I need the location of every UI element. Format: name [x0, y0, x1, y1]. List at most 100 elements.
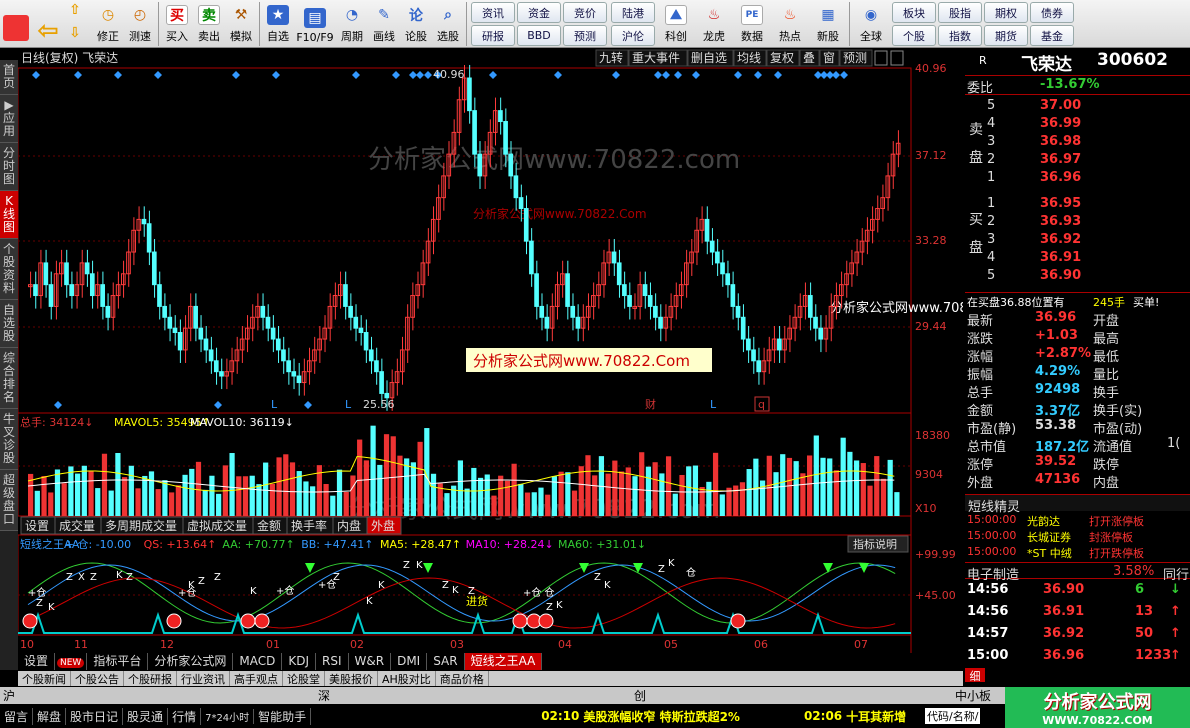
tab-kline[interactable]: K线图 [0, 191, 18, 239]
tab-home[interactable]: 首页 [0, 60, 18, 95]
assistant-button[interactable]: 智能助手 [254, 707, 312, 725]
index-futures-button[interactable]: 股指 [938, 2, 982, 23]
down-arrow-icon[interactable]: ⇩ [64, 23, 86, 43]
diary-button[interactable]: 股市日记 [66, 707, 124, 725]
tab-settings[interactable]: 设置 [18, 653, 56, 670]
index-zxb[interactable]: 中小板 [955, 687, 991, 704]
chart-area[interactable]: 日线(复权) 飞荣达 九转 重大事件 删自选 均线 复权叠窗预测 分析家公式网www.7… [17, 48, 1016, 653]
sector-button[interactable]: 板块 [892, 2, 936, 23]
simulate-button[interactable]: ⚒ 模拟 [225, 0, 257, 46]
indicator-legend-item: MA5: +28.47↑ [380, 538, 461, 551]
speed-test-button[interactable]: ◴ 测速 [124, 0, 156, 46]
grid-view-button[interactable] [0, 0, 32, 46]
ask-level[interactable]: 3 36.98 [965, 134, 1190, 152]
stock-pick-button[interactable]: ⌕ 选股 [432, 0, 464, 46]
tab-dxzw[interactable]: 短线之王AA [464, 653, 543, 670]
tab-apps[interactable]: ▶ 应用 [0, 95, 18, 143]
news-tab[interactable]: 论股堂 [283, 671, 325, 686]
elf-field: 15:00:00 [967, 545, 1017, 558]
bbd-button[interactable]: BBD [517, 25, 561, 46]
news-tab[interactable]: 个股公告 [71, 671, 124, 686]
futures-button[interactable]: 期货 [984, 25, 1028, 46]
quotes-button[interactable]: 行情 [168, 707, 202, 725]
back-button[interactable]: ⇦ [32, 0, 64, 46]
star-market-button[interactable]: ⛰ 科创 [657, 0, 695, 46]
period-button[interactable]: ◔ 周期 [336, 0, 368, 46]
elf-item[interactable]: 15:00:00 长城证券 封涨停板 [965, 529, 1190, 545]
bonds-button[interactable]: 债券 [1030, 2, 1074, 23]
f10-button[interactable]: ▤ F10/F9 [294, 0, 336, 46]
news-tab[interactable]: 商品价格 [436, 671, 489, 686]
analysis-button[interactable]: 解盘 [33, 707, 67, 725]
news-24h-button[interactable]: 7*24小时 [201, 708, 255, 724]
global-button[interactable]: ◉ 全球 [852, 0, 890, 46]
tab-indicator-platform[interactable]: 指标平台 [87, 653, 149, 670]
news-tab[interactable]: AH股对比 [378, 671, 436, 686]
bid-level[interactable]: 3 36.92 [965, 232, 1190, 250]
tab-rsi[interactable]: RSI [316, 653, 349, 670]
tab-kdj[interactable]: KDJ [282, 653, 317, 670]
buy-ball-marker [730, 613, 746, 629]
elf-item[interactable]: 15:00:00 光韵达 打开涨停板 [965, 513, 1190, 529]
options-button[interactable]: 期权 [984, 2, 1028, 23]
forecast-button[interactable]: 预测 [563, 25, 607, 46]
news-tab[interactable]: 个股新闻 [18, 671, 71, 686]
tab-stock-info[interactable]: 个股资料 [0, 239, 18, 300]
watchlist-button[interactable]: ★ 自选 [262, 0, 294, 46]
large-order-btn[interactable]: 买单! [1133, 294, 1159, 310]
hk-connect-button[interactable]: 陆港 [611, 2, 655, 23]
stocks-button[interactable]: 个股 [892, 25, 936, 46]
ipo-button[interactable]: ▦ 新股 [809, 0, 847, 46]
fix-button[interactable]: ◷ 修正 [92, 0, 124, 46]
msg-button[interactable]: 留言 [0, 707, 34, 725]
discuss-button[interactable]: 论论股 [400, 0, 432, 46]
index-sh[interactable]: 沪 [3, 687, 15, 704]
funds-button[interactable]: 资金 [517, 2, 561, 23]
tab-rank[interactable]: 综合排名 [0, 348, 18, 409]
tab-detail[interactable]: 细 [965, 668, 985, 683]
buy-button[interactable]: 买买入 [161, 0, 193, 46]
tab-diagnose[interactable]: 牛叉诊股 [0, 409, 18, 470]
tab-wr[interactable]: W&R [349, 653, 392, 670]
hotspot-button[interactable]: ♨ 热点 [771, 0, 809, 46]
gulingtong-button[interactable]: 股灵通 [123, 707, 169, 725]
news-tab[interactable]: 行业资讯 [177, 671, 230, 686]
news-tab[interactable]: 美股报价 [325, 671, 378, 686]
ask-level[interactable]: 2 36.97 [965, 152, 1190, 170]
data-button[interactable]: PE 数据 [733, 0, 771, 46]
tab-macd[interactable]: MACD [233, 653, 283, 670]
london-connect-button[interactable]: 沪伦 [611, 25, 655, 46]
auction-button[interactable]: 竞价 [563, 2, 607, 23]
tab-timeshare[interactable]: 分时图 [0, 143, 18, 191]
research-button[interactable]: 研报 [471, 25, 515, 46]
tab-sar[interactable]: SAR [427, 653, 465, 670]
news-tab[interactable]: 个股研报 [124, 671, 177, 686]
funds-market-button[interactable]: 基金 [1030, 25, 1074, 46]
news-tab[interactable]: 高手观点 [230, 671, 283, 686]
ask-level[interactable]: 4 36.99 [965, 116, 1190, 134]
index-cyb[interactable]: 创 [634, 687, 646, 704]
tab-super-board[interactable]: 超级盘口 [0, 470, 18, 531]
bid-level[interactable]: 4 36.91 [965, 250, 1190, 268]
index-sz[interactable]: 深 [318, 687, 330, 704]
quote-panel: R 飞荣达 300602 委比 -13.67% 5 37.00 4 36.99 3 36.… [965, 48, 1190, 683]
draw-button[interactable]: ✎ 画线 [368, 0, 400, 46]
tab-watchlist[interactable]: 自选股 [0, 300, 18, 348]
index-button[interactable]: 指数 [938, 25, 982, 46]
bid-level[interactable]: 5 36.90 [965, 268, 1190, 286]
sector-peer-button[interactable]: 同行 [1163, 564, 1189, 583]
code-search-input[interactable]: 代码/名称/ [925, 708, 981, 724]
ask-level[interactable]: 1 36.96 [965, 170, 1190, 188]
ticker2-text[interactable]: 十耳其新增 [846, 708, 906, 725]
tab-fxj[interactable]: 分析家公式网 [148, 653, 234, 670]
sell-button[interactable]: 卖卖出 [193, 0, 225, 46]
ticker1-text[interactable]: 美股涨幅收窄 特斯拉跌超2% [583, 708, 740, 725]
news-button[interactable]: 资讯 [471, 2, 515, 23]
ask-level[interactable]: 5 37.00 [965, 98, 1190, 116]
dragon-tiger-button[interactable]: ♨ 龙虎 [695, 0, 733, 46]
bid-level[interactable]: 1 36.95 [965, 196, 1190, 214]
up-arrow-icon[interactable]: ⇧ [64, 0, 86, 20]
bid-level[interactable]: 2 36.93 [965, 214, 1190, 232]
elf-item[interactable]: 15:00:00 *ST 中绒 打开跌停板 [965, 545, 1190, 561]
tab-dmi[interactable]: DMI [391, 653, 428, 670]
